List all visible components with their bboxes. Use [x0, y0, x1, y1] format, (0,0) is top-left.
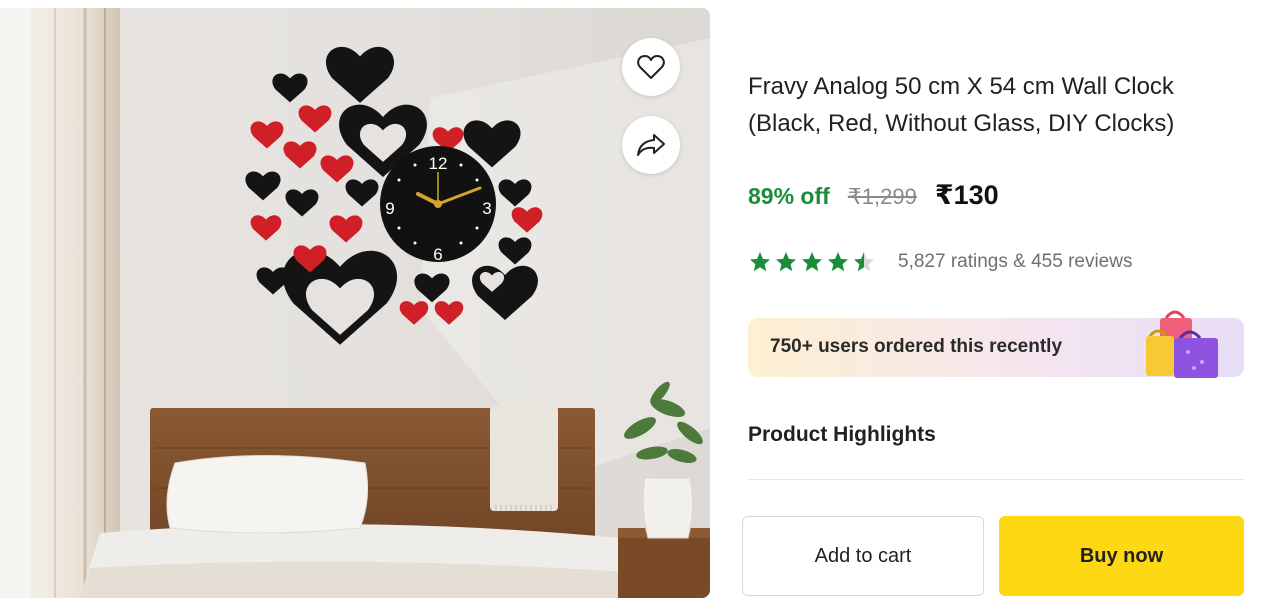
svg-text:12: 12: [429, 154, 448, 173]
product-image-gallery[interactable]: 12 3 6 9: [0, 8, 710, 598]
star-icon: [776, 252, 796, 272]
promo-text: 750+ users ordered this recently: [770, 336, 1063, 357]
svg-text:3: 3: [482, 199, 491, 218]
selling-price: ₹130: [934, 180, 999, 210]
share-arrow-icon: [637, 134, 665, 156]
divider: [748, 479, 1244, 480]
discount-percent: 89% off: [748, 183, 830, 209]
ratings-count: 5,827 ratings & 455 reviews: [898, 251, 1132, 273]
price-row: 89% off ₹1,299 ₹130: [748, 180, 999, 211]
product-details: Fravy Analog 50 cm X 54 cm Wall Clock (B…: [742, 0, 1244, 606]
product-page: 12 3 6 9 Fravy Analog 50 cm X 54 cm Wall…: [0, 0, 1280, 606]
star-icon: [750, 252, 770, 272]
add-to-cart-button[interactable]: Add to cart: [742, 516, 984, 596]
svg-text:9: 9: [385, 199, 394, 218]
shopping-bags-icon: [1146, 310, 1218, 378]
heart-outline-icon: [637, 55, 665, 79]
buy-now-button[interactable]: Buy now: [999, 516, 1244, 596]
wishlist-button[interactable]: [622, 38, 680, 96]
product-title: Fravy Analog 50 cm X 54 cm Wall Clock (B…: [748, 73, 1175, 137]
social-proof-banner: 750+ users ordered this recently: [748, 310, 1244, 378]
share-button[interactable]: [622, 116, 680, 174]
original-price: ₹1,299: [847, 184, 917, 209]
wall-clock-product-image: 12 3 6 9: [0, 8, 710, 598]
star-icon: [802, 252, 822, 272]
star-icon: [828, 252, 848, 272]
half-star-icon: [854, 252, 874, 272]
star-rating: [748, 250, 876, 274]
reviews-text: & 455 reviews: [1013, 251, 1133, 272]
svg-text:6: 6: [433, 245, 442, 264]
product-highlights-heading[interactable]: Product Highlights: [748, 423, 936, 447]
ratings-text: 5,827 ratings: [898, 251, 1008, 272]
rating-row[interactable]: 5,827 ratings & 455 reviews: [748, 250, 1132, 274]
